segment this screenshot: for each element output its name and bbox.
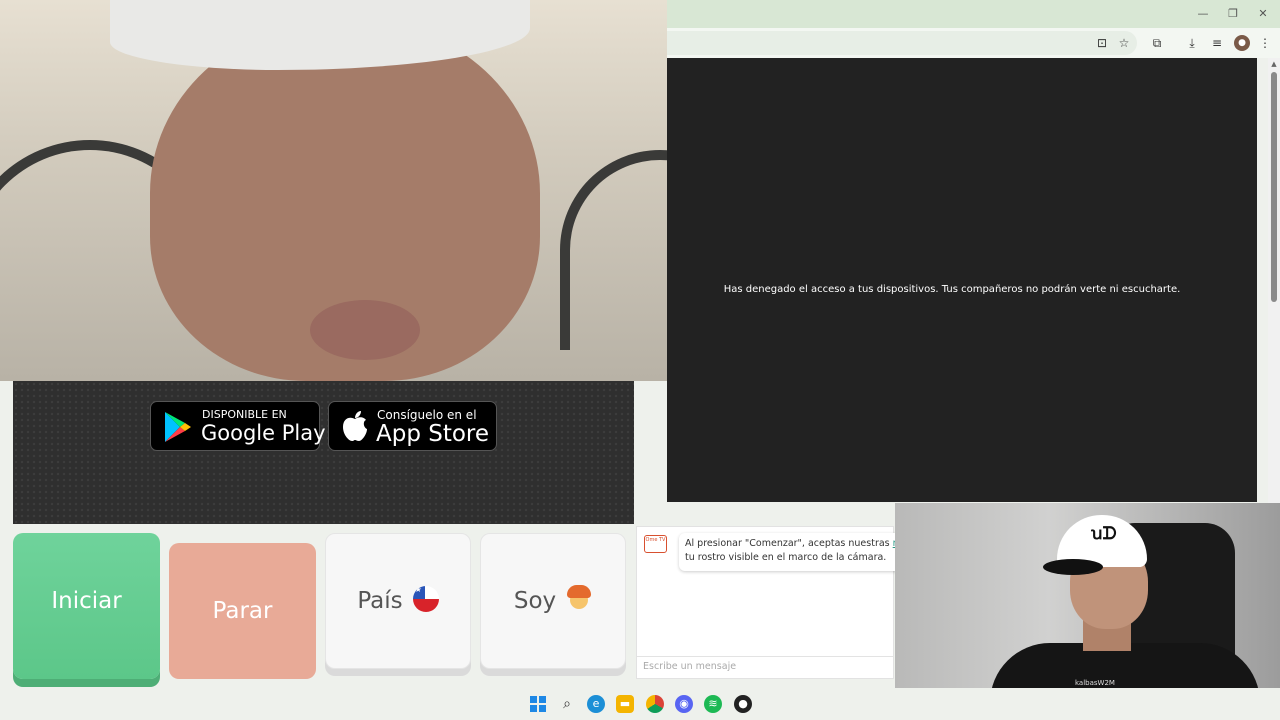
system-message-line2: tu rostro visible en el marco de la cáma… bbox=[685, 552, 887, 563]
cap-logo: ꭒᗪ bbox=[1091, 524, 1117, 544]
search-icon[interactable]: ⌕ bbox=[558, 695, 576, 713]
country-button[interactable]: País bbox=[325, 533, 471, 669]
start-button-label: Iniciar bbox=[51, 588, 122, 614]
scroll-thumb[interactable] bbox=[1271, 72, 1277, 302]
boy-icon bbox=[566, 584, 592, 613]
google-play-icon bbox=[165, 412, 191, 442]
screen: — ❐ ✕ ⊡ ☆ ⧉ ⤓ ≡ ● ⋮ DISPONIBLE EN Google… bbox=[0, 0, 1280, 720]
browser-titlebar: — ❐ ✕ bbox=[667, 0, 1280, 28]
ometv-logo: Ome TV bbox=[644, 535, 667, 553]
close-icon[interactable]: ✕ bbox=[1255, 6, 1271, 22]
spotify-icon[interactable]: ≋ bbox=[704, 695, 722, 713]
cap-brim bbox=[1043, 559, 1103, 575]
system-message: Al presionar "Comenzar", aceptas nuestra… bbox=[679, 533, 909, 571]
app-store-big-text: App Store bbox=[376, 421, 490, 447]
obs-icon[interactable]: ● bbox=[734, 695, 752, 713]
download-icon[interactable]: ⤓ bbox=[1184, 35, 1200, 51]
shirt-print: kalbasW2M bbox=[1075, 679, 1115, 687]
chat-panel: Ome TV Al presionar "Comenzar", aceptas … bbox=[636, 526, 909, 679]
background-arch bbox=[560, 150, 667, 350]
file-explorer-icon[interactable]: ▬ bbox=[616, 695, 634, 713]
page-scrollbar[interactable]: ▲ bbox=[1268, 58, 1280, 503]
address-bar[interactable] bbox=[667, 31, 1137, 55]
google-play-badge[interactable]: DISPONIBLE EN Google Play bbox=[150, 401, 326, 451]
system-message-line1: Al presionar "Comenzar", aceptas nuestra… bbox=[685, 538, 890, 549]
gender-button-label: Soy bbox=[513, 588, 557, 614]
edge-icon[interactable]: e bbox=[587, 695, 605, 713]
install-icon[interactable]: ⊡ bbox=[1094, 35, 1110, 51]
windows-start-icon[interactable] bbox=[529, 695, 547, 713]
media-icon[interactable]: ≡ bbox=[1209, 35, 1225, 51]
extensions-icon[interactable]: ⧉ bbox=[1149, 35, 1165, 51]
minimize-icon[interactable]: — bbox=[1195, 6, 1211, 22]
stranger-video bbox=[0, 0, 667, 381]
star-icon[interactable]: ☆ bbox=[1116, 35, 1132, 51]
browser-toolbar: ⊡ ☆ ⧉ ⤓ ≡ ● ⋮ bbox=[667, 28, 1280, 58]
country-button-label: País bbox=[357, 588, 403, 614]
stop-button-label: Parar bbox=[212, 598, 273, 624]
chile-flag-icon bbox=[412, 585, 439, 612]
profile-icon[interactable]: ● bbox=[1234, 35, 1250, 51]
app-store-small-text: Consíguelo en el bbox=[377, 408, 477, 422]
chat-message-input[interactable]: Escribe un mensaje bbox=[637, 656, 893, 679]
app-store-badge[interactable]: Consíguelo en el App Store bbox=[328, 401, 497, 451]
scroll-up-icon[interactable]: ▲ bbox=[1269, 60, 1279, 70]
stop-button[interactable]: Parar bbox=[169, 543, 316, 679]
gender-button[interactable]: Soy bbox=[480, 533, 626, 669]
app-promo-area: DISPONIBLE EN Google Play Consíguelo en … bbox=[13, 381, 634, 524]
discord-icon[interactable]: ◉ bbox=[675, 695, 693, 713]
taskbar: ⌕ e ▬ ◉ ≋ ● bbox=[0, 688, 1280, 720]
stranger-lips bbox=[310, 300, 420, 360]
restore-icon[interactable]: ❐ bbox=[1225, 6, 1241, 22]
start-button[interactable]: Iniciar bbox=[13, 533, 160, 679]
chrome-icon[interactable] bbox=[646, 695, 664, 713]
google-play-small-text: DISPONIBLE EN bbox=[202, 408, 287, 421]
google-play-big-text: Google Play bbox=[201, 421, 326, 445]
menu-icon[interactable]: ⋮ bbox=[1257, 35, 1273, 51]
device-access-denied-message: Has denegado el acceso a tus dispositivo… bbox=[723, 284, 1181, 295]
partner-video-pane: Has denegado el acceso a tus dispositivo… bbox=[667, 58, 1257, 502]
apple-icon bbox=[343, 411, 367, 441]
